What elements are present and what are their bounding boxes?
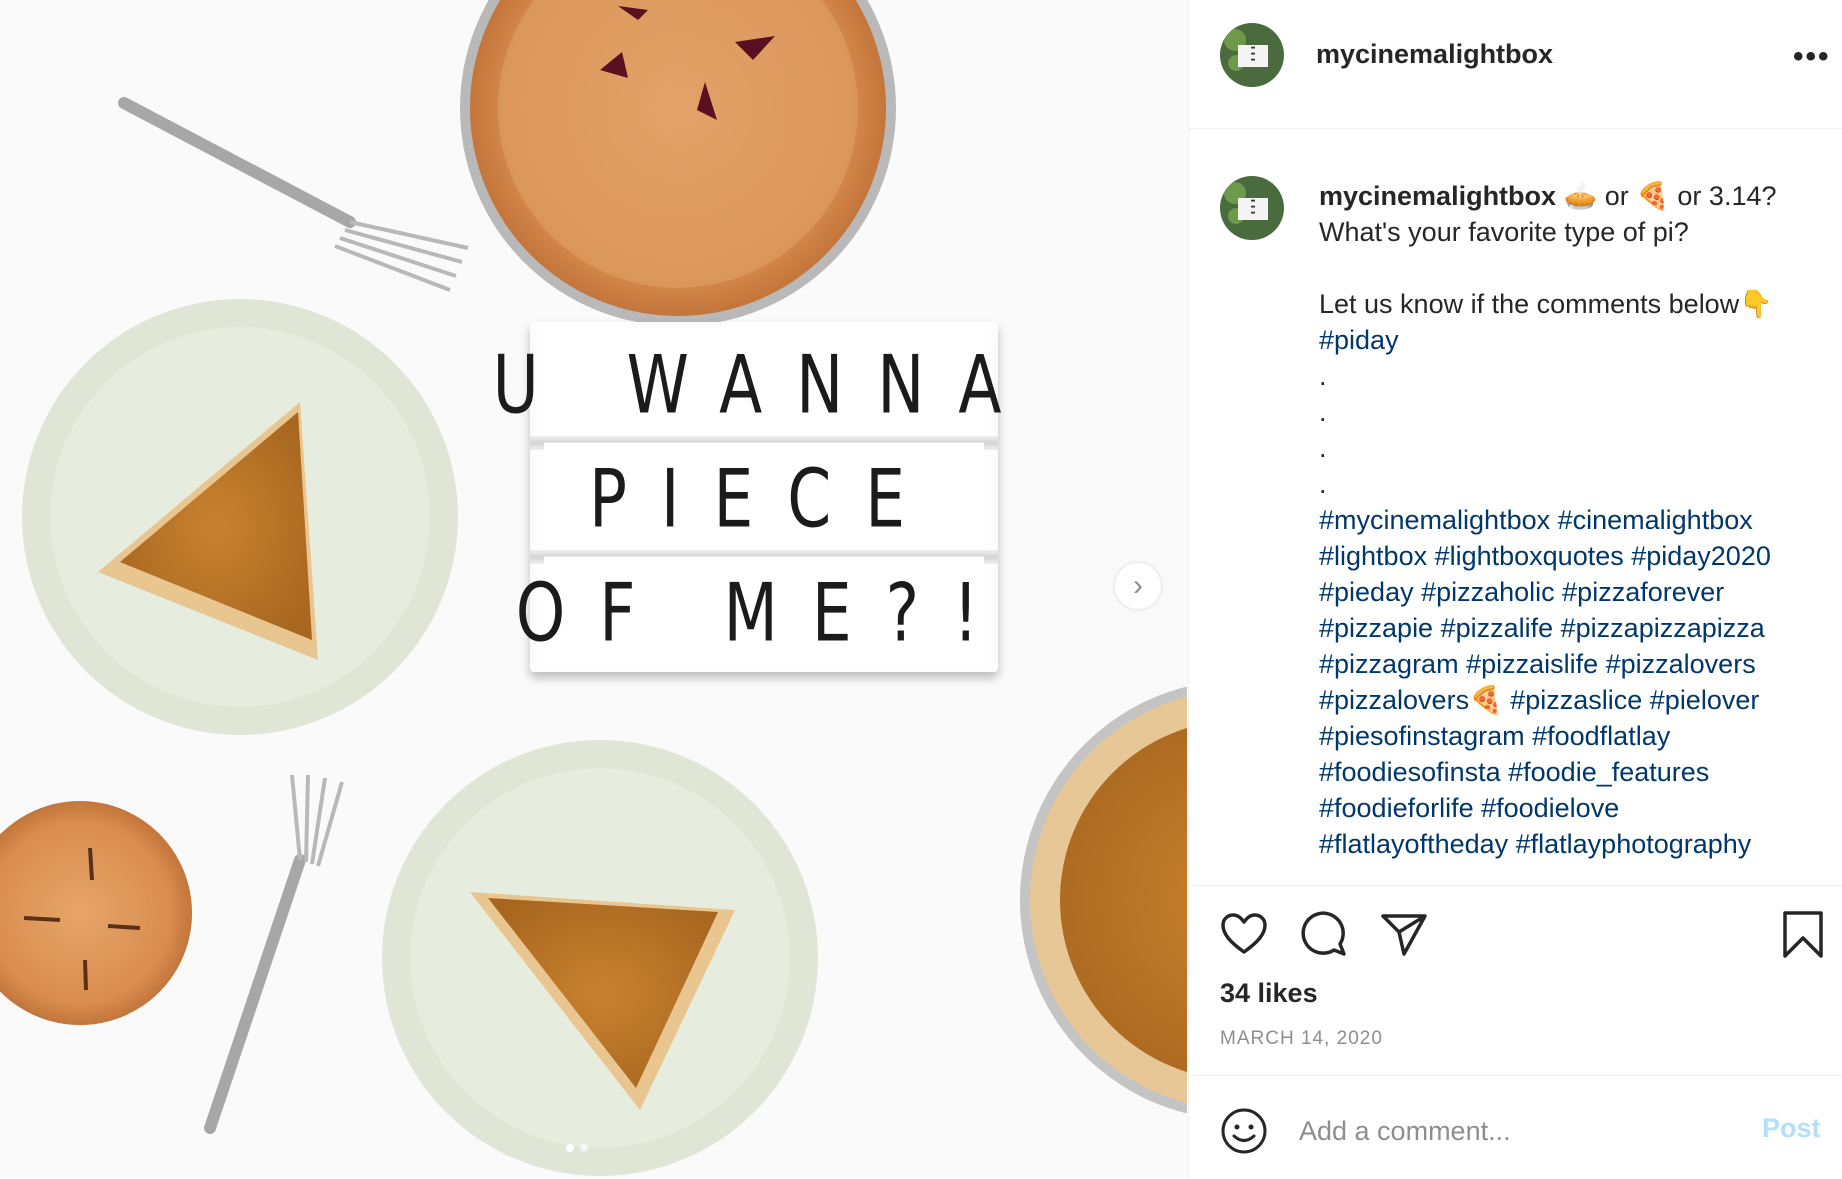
avatar[interactable]: ▬ ▬ ▬ [1220, 23, 1284, 87]
hashtag-line[interactable]: #piesofinstagram #foodflatlay [1319, 718, 1819, 754]
post-comment-button[interactable]: Post [1762, 1113, 1821, 1144]
comment-icon [1301, 911, 1346, 956]
share-button[interactable] [1380, 912, 1428, 961]
carousel-dot [580, 1144, 588, 1152]
caption-line: mycinemalightbox 🥧 or 🍕 or 3.14? [1319, 178, 1819, 214]
caption-line: Let us know if the comments below👇 [1319, 286, 1819, 322]
cherry-pie [460, 0, 896, 326]
more-dots-icon: ••• [1793, 40, 1831, 73]
lightbox-sign: U WANNA PIECE OF ME?! [493, 322, 1001, 672]
caption-username[interactable]: mycinemalightbox [1319, 181, 1556, 211]
fork-top [118, 97, 469, 292]
header-username[interactable]: mycinemalightbox [1316, 39, 1553, 70]
pie-emoji-icon: 🥧 [1563, 181, 1598, 211]
small-pie [0, 801, 192, 1025]
caption-avatar[interactable]: ▬ ▬ ▬ [1220, 176, 1284, 240]
pizza-emoji-icon: 🍕 [1636, 181, 1670, 211]
pumpkin-pie [1020, 686, 1187, 1114]
comment-input[interactable] [1297, 1110, 1721, 1152]
likes-count[interactable]: 34 likes [1220, 978, 1318, 1009]
plate-bottom [382, 740, 818, 1176]
pizza-emoji-icon: 🍕 [1469, 685, 1503, 715]
hashtag-line: #pizzalovers🍕 #pizzaslice #pielover [1319, 682, 1819, 718]
caption-dot: . [1319, 397, 1327, 427]
hashtag[interactable]: #pizzaslice #pielover [1510, 685, 1759, 715]
save-button[interactable] [1782, 910, 1824, 965]
hashtag-line[interactable]: #pizzagram #pizzaislife #pizzalovers [1319, 646, 1819, 682]
next-photo-button[interactable]: › [1115, 563, 1161, 609]
caption-text: or [1677, 181, 1702, 211]
pointing-down-emoji-icon: 👇 [1739, 289, 1773, 319]
carousel-dots [566, 1144, 588, 1152]
caption-text: 3.14? [1708, 181, 1777, 211]
post-photo[interactable]: U WANNA PIECE OF ME?! › [0, 0, 1187, 1178]
caption-dot: . [1319, 469, 1327, 499]
hashtag-line[interactable]: #pieday #pizzaholic #pizzaforever [1319, 574, 1819, 610]
lightbox-line-1: U WANNA [493, 328, 1001, 442]
caption-dot: . [1319, 361, 1327, 391]
hashtag[interactable]: #pizzalovers [1319, 685, 1469, 715]
avatar-lightbox: ▬ ▬ ▬ [1238, 45, 1268, 67]
paper-plane-icon [1381, 914, 1427, 956]
more-options-button[interactable]: ••• [1793, 40, 1831, 74]
carousel-dot-active [566, 1144, 574, 1152]
plate-left [22, 299, 458, 735]
like-button[interactable] [1220, 912, 1268, 961]
fork-bottom [204, 774, 344, 1134]
chevron-right-icon: › [1133, 569, 1143, 602]
smiley-icon [1221, 1108, 1267, 1154]
hashtag-line[interactable]: #foodiesofinsta #foodie_features [1319, 754, 1819, 790]
hashtag-line[interactable]: #flatlayoftheday #flatlayphotography [1319, 826, 1819, 862]
caption-text: or [1604, 181, 1629, 211]
post-caption: mycinemalightbox 🥧 or 🍕 or 3.14? What's … [1319, 178, 1819, 862]
caption-text: Let us know if the comments below [1319, 289, 1740, 319]
comment-button[interactable] [1300, 910, 1348, 963]
avatar-lightbox: ▬ ▬ ▬ [1238, 198, 1268, 220]
bookmark-icon [1783, 911, 1823, 958]
caption-dot: . [1319, 433, 1327, 463]
caption-line: What's your favorite type of pi? [1319, 217, 1689, 247]
hashtag-line[interactable]: #pizzapie #pizzalife #pizzapizzapizza [1319, 610, 1819, 646]
heart-icon [1221, 913, 1267, 954]
hashtag-line[interactable]: #mycinemalightbox #cinemalightbox [1319, 502, 1819, 538]
hashtag-line[interactable]: #foodieforlife #foodielove [1319, 790, 1819, 826]
lightbox-line-3: OF ME?! [516, 556, 984, 670]
hashtag-line[interactable]: #piday [1319, 322, 1819, 358]
lightbox-line-2: PIECE [544, 442, 984, 556]
post-date[interactable]: MARCH 14, 2020 [1220, 1028, 1383, 1050]
emoji-button[interactable] [1220, 1107, 1268, 1160]
hashtag-line[interactable]: #lightbox #lightboxquotes #piday2020 [1319, 538, 1819, 574]
